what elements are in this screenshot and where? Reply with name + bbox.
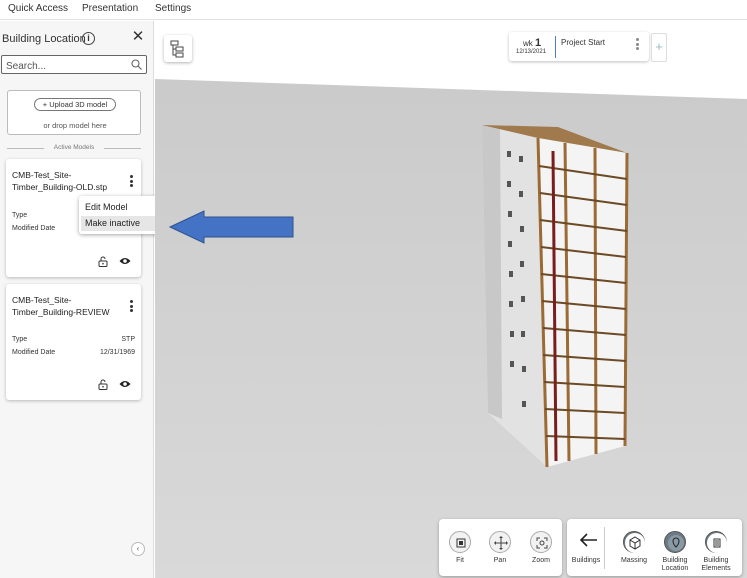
week-number: 1 [535,37,542,49]
zoom-button[interactable]: Zoom [524,531,558,565]
annotation-arrow [168,210,294,244]
building-location-label: Building Location [661,557,689,572]
type-label: Type [12,212,28,219]
panel-title: Building Location [2,33,86,45]
top-menu-bar: Quick Access Presentation Settings [0,0,747,20]
pan-label: Pan [493,557,507,564]
active-models-divider: Active Models [7,143,141,153]
search-box [1,55,147,75]
toolbar-separator [604,527,605,569]
pan-icon [494,536,508,550]
add-timeline-button[interactable]: + [651,33,667,62]
fit-label: Fit [456,557,464,564]
building-elements-label: Building Elements [701,557,731,572]
model-name: CMB-Test_Site-Timber_Building-OLD.stp [12,170,108,192]
building-3d-model [155,21,747,578]
upload-3d-model-button[interactable]: + Upload 3D model [34,98,116,111]
menu-quick-access[interactable]: Quick Access [8,3,68,14]
massing-label: Massing [620,557,648,564]
drop-hint: or drop model here [43,121,107,130]
pan-button[interactable]: Pan [483,531,517,565]
building-location-button[interactable]: Building Location [658,531,692,573]
type-label: Type [12,336,28,343]
buildings-back-button[interactable]: Buildings [569,519,603,565]
cube-icon [625,533,645,553]
timeline-title: Project Start [561,38,606,47]
massing-button[interactable]: Massing [617,531,651,565]
week-indicator: wk 1 [523,37,541,49]
week-label: wk [523,39,533,48]
menu-presentation[interactable]: Presentation [82,3,138,14]
search-input[interactable] [2,58,122,75]
model-tree-button[interactable] [164,35,192,62]
mode-tools: Buildings Massing Building Location Buil… [567,519,742,576]
unlock-icon[interactable] [98,379,108,390]
model-date-row: Modified Date 12/31/1969 [12,349,135,356]
model-name: CMB-Test_Site-Timber_Building-REVIEW [12,295,110,317]
zoom-label: Zoom [532,557,550,564]
info-icon[interactable]: i [82,32,95,45]
type-value: STP [121,336,135,343]
fit-icon [456,538,466,548]
fit-button[interactable]: Fit [443,531,477,565]
search-icon[interactable] [131,59,142,70]
more-options-icon[interactable] [127,300,135,314]
elements-icon [707,533,727,553]
building-elements-button[interactable]: Building Elements [699,531,733,573]
timeline-marker[interactable]: wk 1 12/13/2021 Project Start [509,32,649,61]
eye-icon[interactable] [119,379,131,389]
close-icon[interactable]: ✕ [130,29,146,45]
eye-icon[interactable] [119,256,131,266]
arrow-left-icon [580,533,597,547]
date-label: Modified Date [12,225,56,232]
buildings-label: Buildings [571,557,601,564]
unlock-icon[interactable] [98,256,108,267]
model-type-row: Type STP [12,336,135,343]
location-icon [668,535,684,551]
more-options-icon[interactable] [127,175,135,189]
hierarchy-icon [170,40,184,58]
date-label: Modified Date [12,349,56,356]
3d-viewport[interactable] [155,21,747,578]
zoom-icon [536,537,548,549]
navigation-tools: Fit Pan Zoom [439,519,562,576]
timeline-options-icon[interactable] [636,38,640,52]
date-value: 12/31/1969 [99,349,135,356]
upload-dropzone[interactable]: + Upload 3D model or drop model here [7,90,141,135]
menu-settings[interactable]: Settings [155,3,191,14]
timeline-date: 12/13/2021 [516,49,547,55]
timeline-separator [555,36,556,58]
collapse-panel-button[interactable]: ‹ [131,542,145,556]
model-card[interactable]: CMB-Test_Site-Timber_Building-REVIEW Typ… [6,284,141,400]
